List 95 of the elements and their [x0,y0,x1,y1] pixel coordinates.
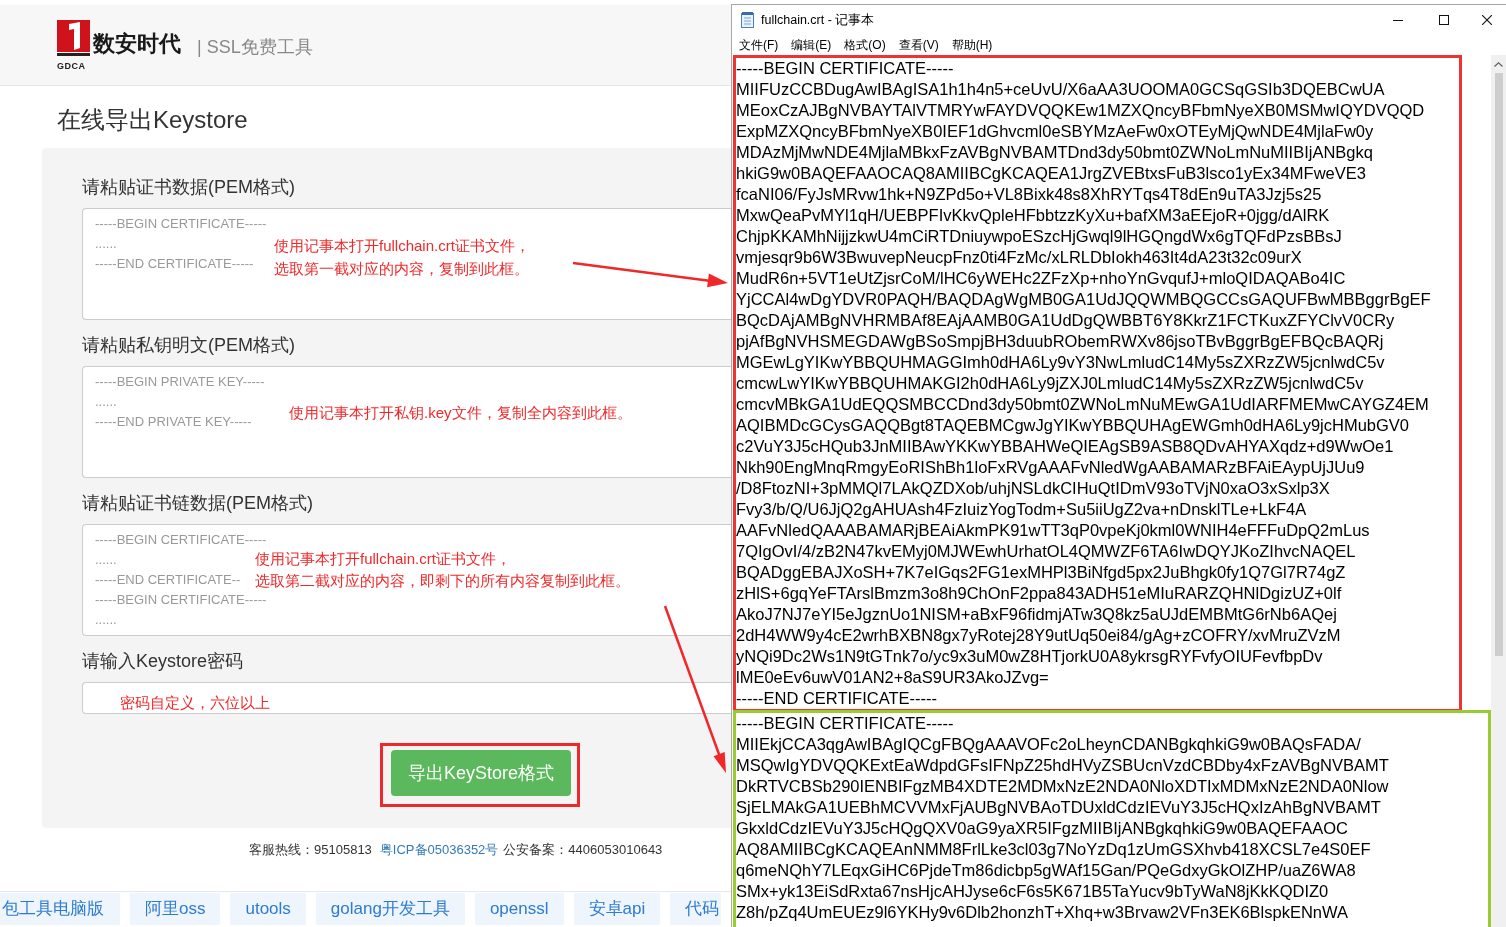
annotation-text: 使用记事本打开私钥.key文件，复制全内容到此框。 [289,403,632,423]
placeholder-text: -----BEGIN CERTIFICATE----- [95,215,267,233]
field-label: 请粘贴证书数据(PEM格式) [82,176,295,199]
text-line: ExpMZXQncyBFbmNyeXB0IEF1dGhvcml0eSBYMzAeFw0xOTEyMjQwNDE4MjlaFw0y [736,121,1374,142]
field-label: 请输入Keystore密码 [82,650,244,673]
text-line: zHlS+6gqYeFTArslBmzm3o8h9ChOnF2ppa843ADH51eMIuRARZQHNlDgizUZ+0lf [736,583,1342,604]
link-tag[interactable]: 阿里oss [130,893,221,925]
text-line: MGEwLgYIKwYBBQUHMAGGImh0dHA6Ly9vY3NwLmludC14My5sZXRzZW5jcnlwdC5v [736,352,1385,373]
text-line: MudR6n+5VT1eUtZjsrCoM/lHC6yWEHc2ZFzXp+nhoYnGvqufJ+mloQIDAQABo4IC [736,268,1346,289]
menu-item[interactable]: 文件(F) [739,37,779,53]
placeholder-text: -----END CERTIFICATE-- [95,571,241,589]
text-line: MDAzMjMwNDE4MjlaMBkxFzAVBgNVBAMTDnd3dy50bmt0ZWNoLmNuMIIBIjANBgkq [736,142,1373,163]
text-line: -----END CERTIFICATE----- [736,688,937,709]
text-line: AQIBMDcGCysGAQQBgt8TAQEBMCgwJgYIKwYBBQUHAgEWGmh0dHA6Ly9jcHMubGV0 [736,415,1410,436]
link-tag[interactable]: golang开发工具 [315,893,465,925]
scroll-up-icon[interactable] [1494,62,1503,67]
site-tagline: | SSL免费工具 [197,36,313,59]
placeholder-text: -----BEGIN CERTIFICATE----- [95,531,267,549]
logo-caption: GDCA [57,61,86,71]
field-label: 请粘贴私钥明文(PEM格式) [82,334,295,357]
text-line: Z8h/pZq4UmEUEz9l6YKHy9v6Dlb2honzhT+Xhq+w3Brvaw2VFn3EK6BlspkENnWA [736,902,1348,923]
text-area-field[interactable]: -----BEGIN CERTIFICATE----- ...... 使用记事本打开fullchain.crt证书文件， -----END CERTIFICATE-- 选取第二截对应的内容，即剩下的所有内容复制到此框。 -----BEGIN CERTIFICATE----- ...... [82,524,731,636]
text-line: lME0eEv6uwV01AN2+8aS9UR3AkoJZvg= [736,667,1049,688]
police-record-text: 公安备案：4406053010643 [503,842,663,858]
minimize-icon [1393,19,1403,21]
link-tag[interactable]: 安卓api [573,893,661,925]
annotation-text: 使用记事本打开fullchain.crt证书文件， [255,549,511,569]
text-line: YjCCAl4wDgYDVR0PAQH/BAQDAgWgMB0GA1UdJQQWMBQGCCsGAQUFBwMBBggrBgEF [736,289,1431,310]
placeholder-text: -----BEGIN PRIVATE KEY----- [95,373,265,391]
link-tag[interactable]: 代码 [670,893,722,925]
text-line: MIIFUzCCBDugAwIBAgISA1h1h4n5+ceUvU/X6aAA3UOOMA0GCSqGSIb3DQEBCwUA [736,79,1385,100]
notepad-icon [741,12,754,28]
menu-item[interactable]: 格式(O) [844,37,886,53]
annotation-text: 选取第一截对应的内容，复制到此框。 [274,259,529,279]
maximize-icon [1439,15,1449,25]
text-area-field[interactable]: -----BEGIN PRIVATE KEY----- ...... 使用记事本打开私钥.key文件，复制全内容到此框。 -----END PRIVATE KEY----- [82,366,731,478]
link-tag[interactable]: utools [230,893,306,925]
menu-item[interactable]: 帮助(H) [951,37,993,53]
text-line: cmcwLwYIKwYBBQUHMAKGI2h0dHA6Ly9jZXJ0LmludC14My5sZXRzZW5jcnlwdC5v [736,373,1364,394]
brand-name: 数安时代 [93,31,181,57]
text-line: AkoJ7NJ7eYI5eJgznUo1NISM+aBxF96fidmjATw3Q8kz5aUJdEMBMtG6rNb6AQej [736,604,1337,625]
link-tag[interactable]: 包工具电脑版 [0,893,120,925]
scrollbar-thumb[interactable] [1494,73,1503,656]
text-line: /D8FtozNI+3pMMQl7LAkQZDXob/uhjNSLdkCIHuQtIDmV93oTVjN0xaO3xSxlp3X [736,478,1330,499]
text-line: fcaNI06/FyJsMRvw1hk+N9ZPd5o+VL8Bixk48s8XhRYTqs4T8dEn9uTA3Jzj5s25 [736,184,1322,205]
text-line: BQADggEBAJXoSH+7K7eIGqs2FG1exMHPl3BiNfgd5px2JuBhgk0fy1Q7Gl7R74gZ [736,562,1346,583]
text-line: pjAfBgNVHSMEGDAWgBSoSmpjBH3duubRObemRWXv86jsoTBvBggrBgEFBQcBAQRj [736,331,1384,352]
text-line: yNQi9Dc2Ws1N9tGTnk7o/yc9x3uM0wZ8HTjorkU0A8ykrsgRYFvfyOIUFevfbpDv [736,646,1323,667]
annotation-text: 使用记事本打开fullchain.crt证书文件， [274,236,530,256]
text-line: MIIEkjCCA3qgAwIBAgIQCgFBQgAAAVOFc2oLheynCDANBgkqhkiG9w0BAQsFADA/ [736,734,1361,755]
placeholder-text: -----BEGIN CERTIFICATE----- [95,591,267,609]
text-line: hkiG9w0BAQEFAAOCAQ8AMIIBCgKCAQEA1JrgZVEBtxsFuB3lsco1yEx34MFweVE3 [736,163,1366,184]
text-line: c2VuY3J5cHQub3JnMIIBAwYKKwYBBAHWeQIEAgSB9ASB8QDvAHYAXqdz+d9WwOe1 [736,436,1394,457]
text-line: MSQwIgYDVQQKExtEaWdpdGFsIFNpZ25hdHVyZSBUcnVzdCBDby4xFzAVBgNVBAMT [736,755,1389,776]
annotation-text: 密码自定义，六位以上 [120,693,270,713]
annotation-text: 选取第二截对应的内容，即剩下的所有内容复制到此框。 [255,571,630,591]
hotline-text: 客服热线：95105813 [249,842,372,858]
password-field[interactable]: 密码自定义，六位以上 [82,682,731,714]
text-line: SjELMAkGA1UEBhMCVVMxFjAUBgNVBAoTDUxldCdzIEVuY3J5cHQxIzAhBgNVBAMT [736,797,1381,818]
window-title: fullchain.crt - 记事本 [761,12,875,28]
text-line: Nkh90EngMnqRmgyEoRIShBh1loFxRVgAAAFvNledWgAABAMARzBFAiEAypUjJUu9 [736,457,1365,478]
text-line: vmjesqr9b6W3BwuvepNeucpFnz0ti4FzMc/xLRLDbIokh463It4dA23t32c09urX [736,247,1302,268]
placeholder-text: -----END PRIVATE KEY----- [95,413,252,431]
icp-link[interactable]: 粤ICP备05036352号 [379,842,499,858]
text-line: MxwQeaPvMYl1qH/UEBPFIvKkvQpleHFbbtzzKyXu+bafXM3aEEjoR+0jgg/dAlRK [736,205,1330,226]
placeholder-text: ...... [95,611,117,629]
close-icon [1481,15,1492,25]
text-line: Fvy3/b/Q/U6JjQ2gAHUAsh4FzIuizYogTodm+Su5iiUgZ2va+nDnsklTLe+LkF4A [736,499,1307,520]
text-line: MEoxCzAJBgNVBAYTAlVTMRYwFAYDVQQKEw1MZXQncyBFbmNyeXB0MSMwIQYDVQQD [736,100,1425,121]
text-line: AQ8AMIIBCgKCAQEAnNMM8FrlLke3cl03g7NoYzDq1zUmGSXhvb418XCSL7e4S0EF [736,839,1371,860]
text-line: BQcDAjAMBgNVHRMBAf8EAjAAMB0GA1UdDgQWBBT6Y8KkrZ1FCTKuxZFYClvV0CRy [736,310,1395,331]
text-editor[interactable] [732,55,1491,927]
placeholder-text: -----END CERTIFICATE----- [95,255,254,273]
text-line: SMx+yk13EiSdRxta67nsHjcAHJyse6cF6s5K671B5TaYucv9bTyWaN8jKkKQDIZ0 [736,881,1329,902]
link-tag[interactable]: openssl [474,893,564,925]
text-line: -----BEGIN CERTIFICATE----- [736,713,954,734]
menu-item[interactable]: 编辑(E) [791,37,832,53]
placeholder-text: ...... [95,393,117,411]
placeholder-text: ...... [95,235,117,253]
text-line: 2dH4WW9y4cE2wrhBXBN8gx7yRotej28Y9utUq50ei84/gAg+zCOFRY/xvMruZVzM [736,625,1341,646]
page-title: 在线导出Keystore [56,105,249,135]
menu-item[interactable]: 查看(V) [898,37,939,53]
text-area-field[interactable]: -----BEGIN CERTIFICATE----- ...... 使用记事本打开fullchain.crt证书文件， -----END CERTIFICATE----- 选取第一截对应的内容，复制到此框。 [82,208,731,320]
field-label: 请粘贴证书链数据(PEM格式) [82,492,313,515]
export-button[interactable]: 导出KeyStore格式 [391,750,571,796]
text-line: GkxldCdzIEVuY3J5cHQgQXV0aG9yaXR5IFgzMIIBIjANBgkqhkiG9w0BAQEFAAOC [736,818,1348,839]
text-line: ChjpKKAMhNijjzkwU4mCiRTDniuywpoESzcHjGwql9lHGQngdWx6gTQFdPzsBBsJ [736,226,1342,247]
logo-icon [57,20,90,56]
text-line: cmcvMBkGA1UdEQQSMBCCDnd3dy50bmt0ZWNoLmNuMEwGA1UdIARFMEMwCAYGZ4EM [736,394,1429,415]
text-line: 7QIgOvI/4/zB2N47kvEMyj0MJWEwhUrhatOL4QMWZF6TA6IwDQYJKoZIhvcNAQEL [736,541,1356,562]
text-line: -----BEGIN CERTIFICATE----- [736,58,954,79]
placeholder-text: ...... [95,551,117,569]
text-line: DkRTVCBSb290IENBIFgzMB4XDTE2MDMxNzE2NDA0NloXDTIxMDMxNzE2NDA0Nlow [736,776,1389,797]
text-line: q6meNQhY7LEqxGiHC6PjdeTm86dicbp5gWAf15Gan/PQeGdxyGkOlZHP/uaZ6WA8 [736,860,1356,881]
text-line: AAFvNledQAAABAMARjBEAiAkmPK91wTT3qP0vpeKj0kml0WNIH4eFFFuDpQ2mLus [736,520,1370,541]
